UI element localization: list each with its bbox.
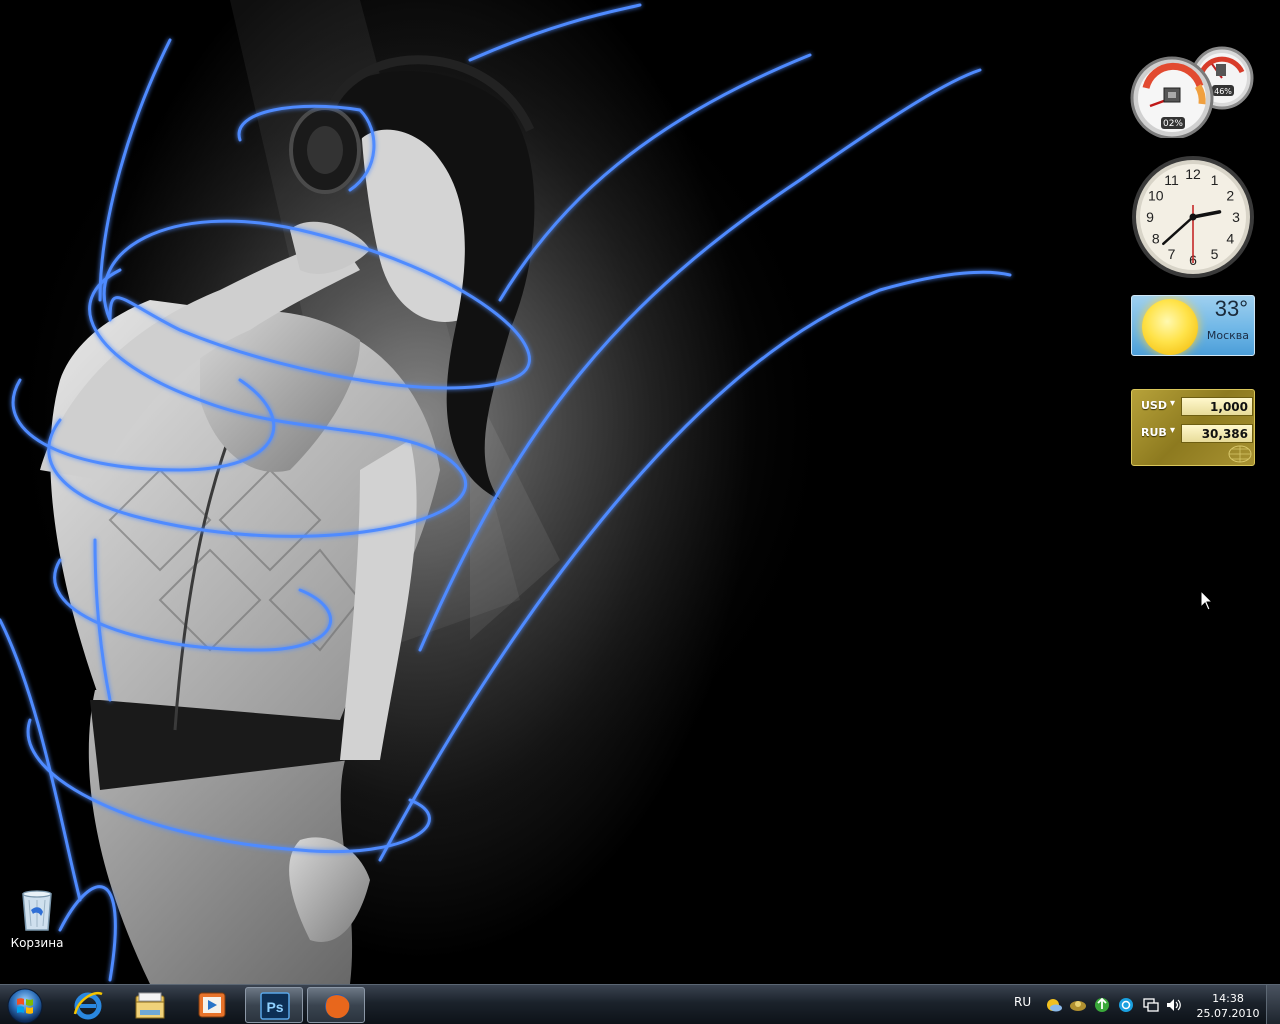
show-desktop-button[interactable] — [1266, 985, 1280, 1024]
weather-tray-icon[interactable] — [1045, 997, 1063, 1013]
photoshop-icon: Ps — [260, 992, 290, 1020]
taskbar-internet-explorer[interactable] — [59, 987, 117, 1023]
clock-number: 11 — [1164, 172, 1179, 188]
currency-code: USD — [1141, 399, 1167, 412]
internet-explorer-icon — [73, 991, 103, 1020]
wallpaper-image — [0, 0, 1280, 984]
taskbar-photoshop[interactable]: Ps — [245, 987, 303, 1023]
skype-tray-icon[interactable] — [1117, 997, 1135, 1013]
cpu-percent: 02% — [1163, 119, 1183, 129]
desktop[interactable]: Корзина 02% 46% 12 1 2 3 4 5 7 8 9 10 11… — [0, 0, 1280, 984]
cpu-meter-gadget[interactable]: 02% 46% — [1128, 44, 1256, 140]
action-center-icon[interactable] — [1142, 997, 1160, 1013]
taskbar-media-player[interactable] — [183, 987, 241, 1023]
clock-number: 12 — [1185, 166, 1201, 182]
memory-percent: 46% — [1214, 87, 1232, 96]
currency-code: RUB — [1141, 426, 1167, 439]
taskbar-firefox[interactable] — [307, 987, 365, 1023]
currency-gadget[interactable]: USD ▾ 1,000 RUB ▾ 30,386 — [1131, 389, 1255, 466]
currency-value[interactable]: 30,386 — [1181, 424, 1253, 443]
chevron-down-icon[interactable]: ▾ — [1170, 398, 1175, 409]
currency-value[interactable]: 1,000 — [1181, 397, 1253, 416]
media-player-icon — [198, 992, 226, 1018]
chevron-down-icon[interactable]: ▾ — [1170, 425, 1175, 436]
currency-row-usd[interactable]: USD ▾ 1,000 — [1140, 397, 1254, 417]
sun-icon — [1142, 299, 1198, 355]
windows-explorer-icon — [135, 992, 165, 1019]
mouse-cursor-icon — [1200, 590, 1214, 611]
language-indicator[interactable]: RU — [1014, 995, 1031, 1009]
taskbar-date: 25.07.2010 — [1196, 1007, 1260, 1020]
weather-city: Москва — [1206, 329, 1249, 342]
firefox-icon — [325, 994, 350, 1019]
clock-number: 3 — [1232, 209, 1240, 225]
clock-number: 5 — [1211, 246, 1219, 262]
clock-number: 7 — [1168, 246, 1176, 262]
clock-number: 2 — [1226, 188, 1234, 204]
taskbar-windows-explorer[interactable] — [121, 987, 179, 1023]
taskbar-clock[interactable]: 14:38 25.07.2010 — [1196, 991, 1260, 1021]
recycle-bin-label: Корзина — [10, 936, 64, 950]
taskbar-time: 14:38 — [1212, 992, 1244, 1005]
globe-icon — [1228, 445, 1252, 463]
clock-number: 9 — [1146, 209, 1154, 225]
clock-number: 4 — [1226, 231, 1234, 247]
weather-gadget[interactable]: 33° Москва — [1131, 295, 1255, 356]
recycle-bin-shortcut[interactable]: Корзина — [8, 888, 66, 950]
clock-number: 8 — [1152, 231, 1160, 247]
clock-number: 1 — [1211, 172, 1219, 188]
recycle-bin-icon — [22, 890, 52, 931]
start-button[interactable] — [3, 986, 47, 1024]
clock-gadget[interactable]: 121234567891011 — [1130, 154, 1256, 280]
weather-temperature: 33° — [1214, 296, 1248, 321]
photoshop-label: Ps — [266, 999, 283, 1015]
volume-icon[interactable] — [1165, 997, 1183, 1013]
utorrent-tray-icon[interactable] — [1093, 997, 1111, 1013]
network-tray-icon[interactable] — [1069, 997, 1087, 1013]
taskbar: Ps RU 14:38 25.07.2010 — [0, 984, 1280, 1024]
clock-number: 10 — [1148, 188, 1164, 204]
windows-start-icon — [7, 988, 43, 1024]
currency-row-rub[interactable]: RUB ▾ 30,386 — [1140, 424, 1254, 444]
